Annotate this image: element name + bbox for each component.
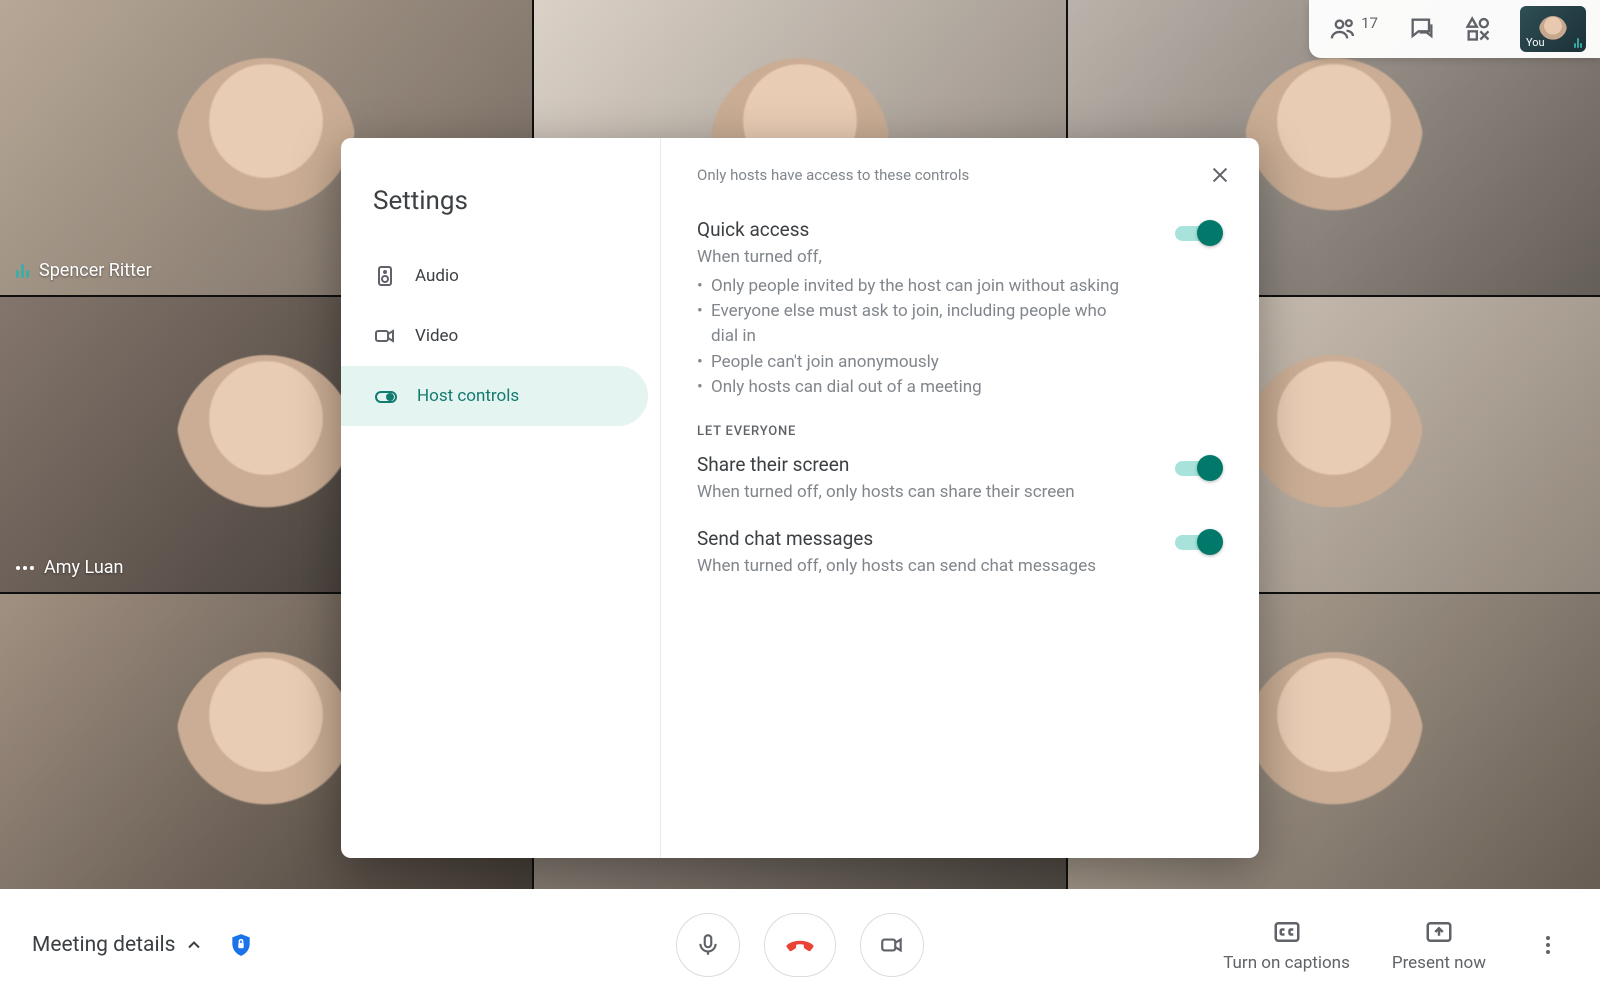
settings-dialog: Settings Audio Video Host controls Only (341, 138, 1259, 858)
present-icon (1424, 917, 1454, 947)
captions-label: Turn on captions (1223, 953, 1350, 973)
more-vertical-icon (1536, 933, 1560, 957)
hangup-button[interactable] (764, 913, 836, 977)
setting-bullet: Only people invited by the host can join… (697, 274, 1137, 299)
section-header: Let Everyone (697, 424, 1223, 439)
speaker-icon (373, 264, 397, 288)
more-indicator-icon (16, 566, 34, 570)
setting-send-chat: Send chat messages When turned off, only… (697, 527, 1223, 579)
setting-bullet: People can't join anonymously (697, 350, 1137, 375)
setting-desc: When turned off, only hosts can share th… (697, 480, 1137, 505)
chat-icon (1408, 15, 1436, 43)
setting-bullet-list: Only people invited by the host can join… (697, 274, 1137, 400)
nav-item-video[interactable]: Video (341, 306, 648, 366)
video-icon (879, 932, 905, 958)
nav-label: Host controls (417, 386, 519, 406)
camera-button[interactable] (860, 913, 924, 977)
nav-label: Video (415, 326, 458, 346)
self-label: You (1526, 36, 1545, 49)
microphone-icon (695, 932, 721, 958)
participant-name: Amy Luan (44, 557, 123, 578)
dialog-subtext: Only hosts have access to these controls (697, 166, 1223, 184)
self-view-thumbnail[interactable]: You (1520, 6, 1586, 52)
nav-label: Audio (415, 266, 459, 286)
chat-button[interactable] (1408, 15, 1436, 43)
setting-bullet: Only hosts can dial out of a meeting (697, 375, 1137, 400)
setting-title: Quick access (697, 218, 1223, 241)
dialog-title: Settings (341, 168, 660, 246)
participant-count: 17 (1361, 14, 1378, 32)
present-button[interactable]: Present now (1392, 917, 1486, 973)
nav-item-audio[interactable]: Audio (341, 246, 648, 306)
microphone-button[interactable] (676, 913, 740, 977)
present-label: Present now (1392, 953, 1486, 973)
setting-intro: When turned off, (697, 245, 1137, 270)
security-shield-icon[interactable] (228, 932, 254, 958)
video-icon (373, 324, 397, 348)
setting-share-screen: Share their screen When turned off, only… (697, 453, 1223, 505)
setting-title: Send chat messages (697, 527, 1223, 550)
chevron-up-icon (184, 935, 204, 955)
quick-access-toggle[interactable] (1175, 220, 1223, 246)
speaking-indicator-icon (16, 264, 29, 278)
captions-button[interactable]: Turn on captions (1223, 917, 1350, 973)
speaking-indicator-icon (1574, 38, 1582, 48)
meeting-details-button[interactable]: Meeting details (32, 933, 204, 957)
close-icon (1209, 164, 1231, 186)
shapes-icon (1464, 15, 1492, 43)
more-options-button[interactable] (1528, 925, 1568, 965)
send-chat-toggle[interactable] (1175, 529, 1223, 555)
dialog-sidebar: Settings Audio Video Host controls (341, 138, 661, 858)
participant-name: Spencer Ritter (39, 260, 152, 281)
setting-desc: When turned off, only hosts can send cha… (697, 554, 1137, 579)
setting-bullet: Everyone else must ask to join, includin… (697, 299, 1137, 349)
setting-title: Share their screen (697, 453, 1223, 476)
captions-icon (1272, 917, 1302, 947)
share-screen-toggle[interactable] (1175, 455, 1223, 481)
toggle-icon (373, 384, 399, 408)
close-button[interactable] (1203, 158, 1237, 192)
activities-button[interactable] (1464, 15, 1492, 43)
phone-hangup-icon (783, 928, 817, 962)
top-right-controls: 17 You (1309, 0, 1600, 58)
setting-quick-access: Quick access When turned off, Only peopl… (697, 218, 1223, 400)
nav-item-host-controls[interactable]: Host controls (341, 366, 648, 426)
bottom-bar: Meeting details (0, 889, 1600, 1000)
meeting-details-label: Meeting details (32, 933, 176, 957)
participants-button[interactable]: 17 (1329, 15, 1380, 43)
people-icon (1329, 15, 1357, 43)
dialog-content: Only hosts have access to these controls… (661, 138, 1259, 858)
